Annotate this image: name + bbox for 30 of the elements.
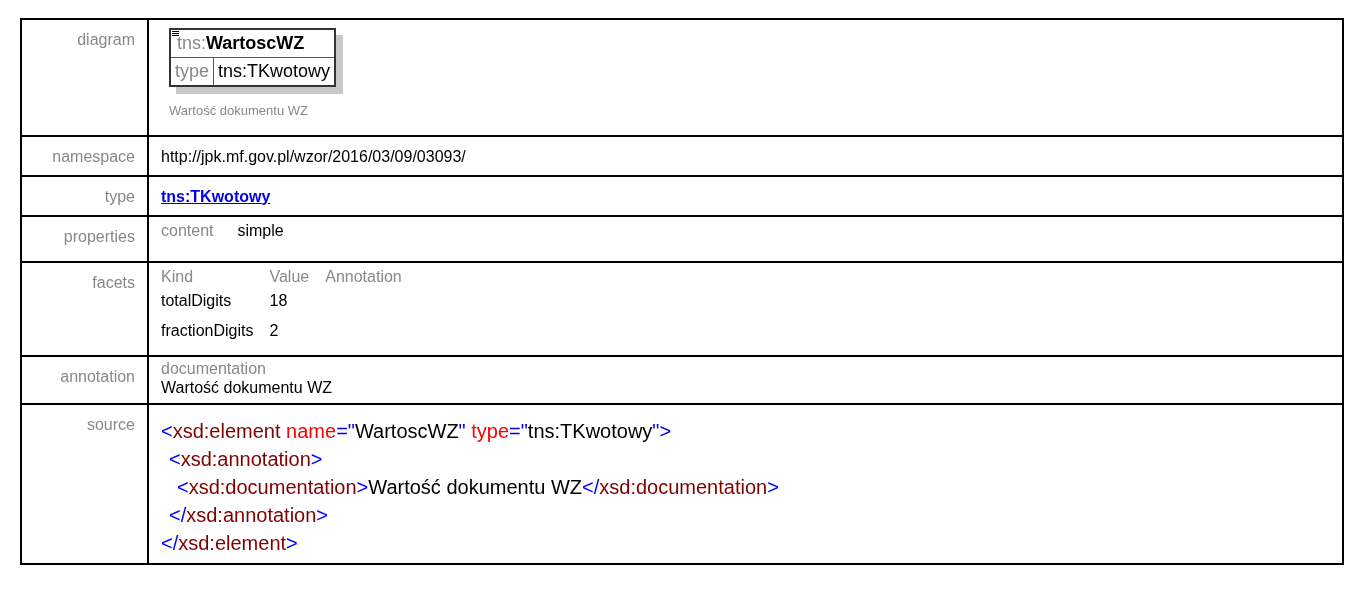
- row-label: type: [104, 187, 135, 205]
- annotation-heading: documentation: [161, 358, 267, 378]
- element-name: tns:WartoscWZ: [177, 33, 305, 53]
- row-label: source: [86, 415, 135, 433]
- code-line: <xsd:documentation>Wartość dokumentu WZ</xsd:documentation>: [176, 474, 780, 500]
- type-label: type: [171, 58, 215, 85]
- code-line: </xsd:element>: [161, 530, 299, 556]
- code-line: <xsd:annotation>: [168, 446, 324, 472]
- lines-icon: [172, 31, 179, 37]
- row-label: namespace: [52, 147, 135, 165]
- row-label: properties: [63, 227, 135, 245]
- facet-cell: totalDigits: [161, 291, 232, 309]
- code-line: </xsd:annotation>: [168, 502, 330, 528]
- type-value: tns:TKwotowy: [217, 60, 332, 83]
- column-header: Value: [269, 267, 310, 285]
- row-label: annotation: [60, 367, 135, 385]
- row-label: diagram: [77, 31, 135, 48]
- type-link[interactable]: tns:TKwotowy: [161, 187, 271, 205]
- facet-cell: fractionDigits: [161, 321, 254, 339]
- facet-cell: 2: [269, 321, 279, 339]
- property-name: content: [161, 221, 214, 239]
- column-header: Annotation: [325, 267, 402, 285]
- column-header: Kind: [161, 267, 194, 285]
- property-value: simple: [237, 221, 284, 239]
- element-caption: Wartość dokumentu WZ: [169, 102, 309, 120]
- facet-cell: 18: [269, 291, 288, 309]
- row-label: facets: [92, 273, 135, 291]
- code-line: <xsd:element name="WartoscWZ" type="tns:TKwotowy">: [161, 418, 673, 444]
- namespace-value: http://jpk.mf.gov.pl/wzor/2016/03/09/03093/: [161, 147, 466, 165]
- annotation-text: Wartość dokumentu WZ: [161, 377, 333, 397]
